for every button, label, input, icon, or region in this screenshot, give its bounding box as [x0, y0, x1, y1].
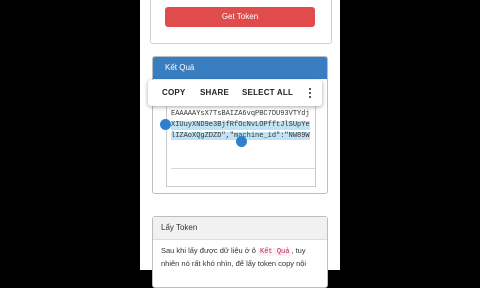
token-panel: Lấy Token Sau khi lấy được dữ liệu ở ô K… [152, 216, 328, 288]
textarea-divider [171, 168, 315, 169]
select-all-button[interactable]: SELECT ALL [242, 80, 293, 106]
text-selection-toolbar: COPY SHARE SELECT ALL [148, 80, 322, 106]
result-panel-heading: Kết Quả [153, 57, 327, 79]
get-token-button[interactable]: Get Token [165, 7, 315, 27]
share-button[interactable]: SHARE [200, 80, 229, 106]
token-panel-heading: Lấy Token [153, 217, 327, 240]
result-code-ref: Kết Quả [258, 248, 292, 256]
token-text-before: Sau khi lấy được dữ liệu ở ô [161, 246, 259, 255]
more-options-icon[interactable] [306, 80, 314, 106]
token-instructions: Sau khi lấy được dữ liệu ở ô Kết Quả, tu… [161, 245, 323, 270]
result-line-2: EAAAAAYsX7TsBAIZA6vqPBC7DU93VTYdj [171, 110, 310, 118]
selection-start-handle[interactable] [160, 119, 171, 130]
copy-button[interactable]: COPY [162, 80, 185, 106]
selection-end-handle[interactable] [236, 136, 247, 147]
result-line-3-selected: XIUuyXND9e3BjfRfOcNvLOPfftJlSUpYe [171, 121, 310, 130]
result-panel: Kết Quả "1000:1960409992","cid":"a8e1918… [152, 56, 328, 194]
